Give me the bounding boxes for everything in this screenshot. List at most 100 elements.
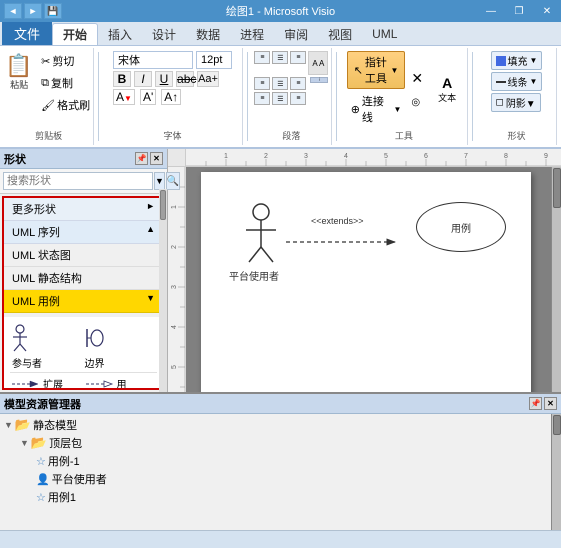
tab-data[interactable]: 数据 (186, 23, 230, 45)
shapes-divider-2 (10, 372, 157, 373)
svg-text:6: 6 (424, 153, 428, 160)
restore-button[interactable]: ❐ (505, 0, 533, 22)
back-button[interactable]: ◄ (4, 3, 22, 19)
tree-platform-user[interactable]: 👤 平台使用者 (4, 470, 547, 488)
svg-text:3: 3 (304, 153, 308, 160)
ruler-h-svg: 1 2 3 4 5 (186, 149, 561, 167)
x-button[interactable]: ✕ (409, 68, 425, 89)
font-color-button[interactable]: A▼ (113, 89, 135, 105)
tab-view[interactable]: 视图 (318, 23, 362, 45)
line-spacing-up[interactable]: ⁝ (310, 77, 328, 83)
bottom-scroll-thumb[interactable] (553, 415, 561, 435)
title-bar: ◄ ► 💾 绘图1 - Microsoft Visio — ❐ ✕ (0, 0, 561, 22)
shadow-button[interactable]: ◻ 阴影▼ (491, 93, 541, 112)
font-highlight-button[interactable]: A' (140, 89, 156, 105)
tab-file[interactable]: 文件 (2, 21, 52, 45)
connect-line-label: 连接线 (362, 93, 392, 125)
uml-state-item[interactable]: UML 状态图 (4, 244, 163, 267)
ruler-vertical: 1 2 3 4 5 (168, 167, 186, 392)
uml-seq-item[interactable]: UML 序列 ▲ (4, 221, 163, 244)
ruler-horizontal: 1 2 3 4 5 (186, 149, 561, 167)
pin-button[interactable]: 📌 (135, 152, 148, 165)
tab-design[interactable]: 设计 (142, 23, 186, 45)
actor-shape[interactable] (10, 324, 84, 352)
search-bar: ▼ 🔍 (0, 169, 167, 194)
tab-home[interactable]: 开始 (52, 23, 98, 45)
uml-usecase-label: UML 用例 (12, 293, 60, 309)
font-size-up-button[interactable]: A↑ (161, 89, 181, 105)
use-shape[interactable]: 用 (84, 376, 158, 390)
text-tool-button[interactable]: A 文本 (433, 72, 461, 107)
bottom-panel-close[interactable]: ✕ (544, 397, 557, 410)
fill-button[interactable]: 填充 ▼ (491, 51, 543, 70)
sidebar-scroll-thumb[interactable] (160, 190, 166, 220)
tree-usecase-1[interactable]: ☆ 用例-1 (4, 452, 547, 470)
tree-static-model[interactable]: ▼ 📂 静态模型 (4, 416, 547, 434)
italic-button[interactable]: I (134, 71, 152, 87)
align-bot-center[interactable]: ☰ (272, 92, 288, 105)
boundary-icon (84, 327, 104, 349)
uml-state-label: UML 状态图 (12, 247, 71, 263)
pointer-tool-label: 指针工具 (365, 54, 389, 86)
shape-labels-row-1: 参与者 边界 (12, 355, 157, 370)
svg-text:1: 1 (224, 153, 228, 160)
format-painter-button[interactable]: 🖌 格式刷 (37, 95, 94, 115)
usecase-oval[interactable]: 用例 (416, 202, 506, 252)
lasso-button[interactable]: ◎ (409, 95, 425, 110)
font-size-input[interactable] (196, 51, 232, 69)
search-button[interactable]: 🔍 (166, 172, 180, 190)
tab-uml[interactable]: UML (362, 23, 407, 45)
tree-top-package[interactable]: ▼ 📂 顶层包 (4, 434, 547, 452)
panel-close-button[interactable]: ✕ (150, 152, 163, 165)
minimize-button[interactable]: — (477, 0, 505, 22)
tree-expand-icon-1: ▼ (20, 438, 29, 448)
line-icon (496, 81, 506, 83)
scissors-icon: ✂ (41, 55, 50, 68)
fill-label: 填充 (508, 53, 528, 68)
uml-static-item[interactable]: UML 静态结构 (4, 267, 163, 290)
forward-button[interactable]: ► (24, 3, 42, 19)
drawing-canvas[interactable]: 平台使用者 <<extends>> (186, 167, 551, 392)
align-mid-center[interactable]: ☰ (272, 77, 288, 90)
paste-button[interactable]: 📋 粘贴 (3, 51, 35, 94)
close-button[interactable]: ✕ (533, 0, 561, 22)
extends-arrow[interactable] (286, 222, 416, 262)
platform-user-shape[interactable] (241, 202, 291, 302)
boundary-shape[interactable] (84, 327, 158, 349)
align-bot-right[interactable]: ≡ (290, 92, 306, 105)
line-button[interactable]: 线条 ▼ (491, 72, 543, 91)
align-top-right[interactable]: ≡ (290, 51, 306, 64)
uml-usecase-item[interactable]: UML 用例 ▼ (4, 290, 163, 313)
align-top-center[interactable]: ☰ (272, 51, 288, 64)
search-input[interactable] (3, 172, 153, 190)
more-shapes-item[interactable]: 更多形状 ► (4, 198, 163, 221)
align-bot-left[interactable]: ≡ (254, 92, 270, 105)
bottom-panel-pin[interactable]: 📌 (529, 397, 542, 410)
tab-insert[interactable]: 插入 (98, 23, 142, 45)
cut-button[interactable]: ✂ 剪切 (37, 51, 94, 71)
align-mid-right[interactable]: ≡ (290, 77, 306, 90)
aa-button[interactable]: Aa+ (197, 71, 219, 87)
separator-2 (247, 52, 248, 141)
copy-button[interactable]: ⧉ 复制 (37, 73, 94, 93)
tree-usecase-2[interactable]: ☆ 用例1 (4, 488, 547, 506)
extend-shape[interactable]: 扩展 (10, 376, 84, 390)
pointer-tool-button[interactable]: ↖ 指针工具 ▼ (347, 51, 406, 89)
save-button[interactable]: 💾 (44, 3, 62, 19)
align-top-left[interactable]: ≡ (254, 51, 270, 64)
more-shapes-label: 更多形状 (12, 201, 56, 217)
strikethrough-button[interactable]: abc (176, 71, 194, 87)
canvas-scroll-thumb-v[interactable] (553, 168, 561, 208)
bold-button[interactable]: B (113, 71, 131, 87)
model-tree: ▼ 📂 静态模型 ▼ 📂 顶层包 ☆ 用例-1 👤 (0, 414, 551, 530)
align-mid-left[interactable]: ≡ (254, 77, 270, 90)
font-name-input[interactable] (113, 51, 193, 69)
underline-button[interactable]: U (155, 71, 173, 87)
tab-process[interactable]: 进程 (230, 23, 274, 45)
shapes-title-label: 形状 (4, 151, 26, 167)
tab-review[interactable]: 审阅 (274, 23, 318, 45)
font-label: 字体 (164, 127, 182, 142)
search-dropdown-button[interactable]: ▼ (154, 172, 165, 190)
tree-expand-icon-0: ▼ (4, 420, 13, 430)
connect-line-button[interactable]: ⊕ 连接线 ▼ (347, 91, 406, 127)
